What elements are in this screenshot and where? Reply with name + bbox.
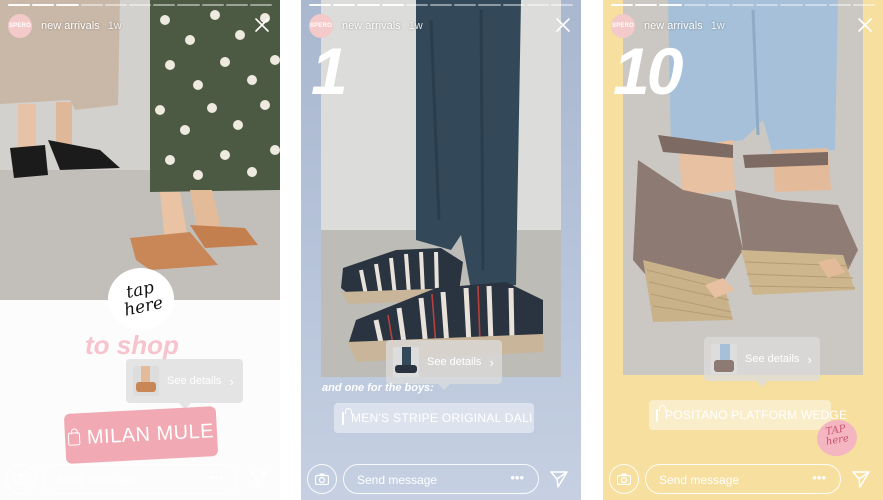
story-progress-bar (611, 4, 876, 6)
tap-here-text: tap here (122, 277, 165, 321)
camera-button[interactable] (307, 464, 337, 494)
post-time: 1w (107, 20, 122, 32)
camera-icon (315, 473, 329, 485)
see-details-button[interactable]: See details › (126, 359, 243, 409)
product-tag[interactable]: MILAN MULE (63, 406, 219, 464)
close-icon[interactable] (555, 17, 571, 33)
more-options-icon[interactable]: ••• (510, 470, 524, 485)
chevron-right-icon: › (489, 354, 494, 370)
story-number: 10 (613, 34, 683, 108)
avatar[interactable]: SPERO (309, 14, 333, 38)
story-photo (0, 0, 280, 300)
caption-text: and one for the boys: (322, 382, 434, 394)
more-options-icon[interactable]: ••• (209, 470, 223, 485)
story-mens-stripe[interactable]: 1 SPERO new arrivals 1w See details › an… (301, 0, 581, 500)
product-name: MILAN MULE (86, 419, 215, 449)
story-milan-mule[interactable]: SPERO new arrivals 1w tap here to shop S… (0, 0, 280, 500)
username[interactable]: new arrivals (342, 20, 401, 32)
see-details-button[interactable]: See details › (704, 337, 820, 387)
shopping-bag-icon (656, 404, 666, 422)
product-tag[interactable]: MEN'S STRIPE ORIGINAL DALI (334, 403, 534, 433)
close-icon[interactable] (254, 17, 270, 33)
product-thumbnail (133, 366, 159, 396)
send-icon[interactable] (549, 469, 569, 489)
story-photo (321, 0, 561, 377)
post-time: 1w (408, 20, 423, 32)
story-positano[interactable]: 10 SPERO new arrivals 1w See details › P… (603, 0, 883, 500)
story-header: SPERO new arrivals 1w (309, 13, 573, 39)
send-icon[interactable] (851, 469, 871, 489)
product-name: POSITANO PLATFORM WEDGE (665, 408, 848, 422)
story-progress-bar (8, 4, 273, 6)
post-time: 1w (710, 20, 725, 32)
story-number: 1 (311, 34, 348, 108)
username[interactable]: new arrivals (41, 20, 100, 32)
more-options-icon[interactable]: ••• (812, 470, 826, 485)
tap-here-text: TAP here (824, 423, 850, 448)
story-header: SPERO new arrivals 1w (611, 13, 875, 39)
story-header: SPERO new arrivals 1w (8, 13, 272, 39)
see-details-label: See details (745, 353, 800, 365)
message-input[interactable]: Send message ••• (343, 464, 539, 494)
see-details-button[interactable]: See details › (386, 340, 502, 390)
message-placeholder: Send message (659, 473, 740, 487)
message-input[interactable]: Send message ••• (42, 464, 238, 494)
camera-icon (617, 473, 631, 485)
message-composer: Send message ••• (301, 463, 581, 495)
avatar[interactable]: SPERO (611, 14, 635, 38)
product-tag[interactable]: POSITANO PLATFORM WEDGE (649, 400, 847, 430)
username[interactable]: new arrivals (644, 20, 703, 32)
send-icon[interactable] (248, 469, 268, 489)
camera-icon (14, 473, 28, 485)
message-input[interactable]: Send message ••• (645, 464, 841, 494)
close-icon[interactable] (857, 17, 873, 33)
product-thumbnail (711, 344, 737, 374)
message-composer: Send message ••• (603, 463, 883, 495)
chevron-right-icon: › (807, 351, 812, 367)
product-thumbnail (393, 347, 419, 377)
message-composer: Send message ••• (0, 463, 280, 495)
message-placeholder: Send message (56, 473, 137, 487)
avatar[interactable]: SPERO (8, 14, 32, 38)
tap-here-sticker[interactable]: tap here (108, 268, 174, 330)
chevron-right-icon: › (229, 373, 234, 389)
camera-button[interactable] (6, 464, 36, 494)
shopping-bag-icon (67, 431, 81, 446)
story-progress-bar (309, 4, 574, 6)
shopping-bag-icon (342, 407, 352, 425)
see-details-label: See details (167, 375, 222, 387)
camera-button[interactable] (609, 464, 639, 494)
see-details-label: See details (427, 356, 482, 368)
message-placeholder: Send message (357, 473, 438, 487)
to-shop-text: to shop (85, 330, 179, 360)
product-name: MEN'S STRIPE ORIGINAL DALI (351, 411, 533, 425)
